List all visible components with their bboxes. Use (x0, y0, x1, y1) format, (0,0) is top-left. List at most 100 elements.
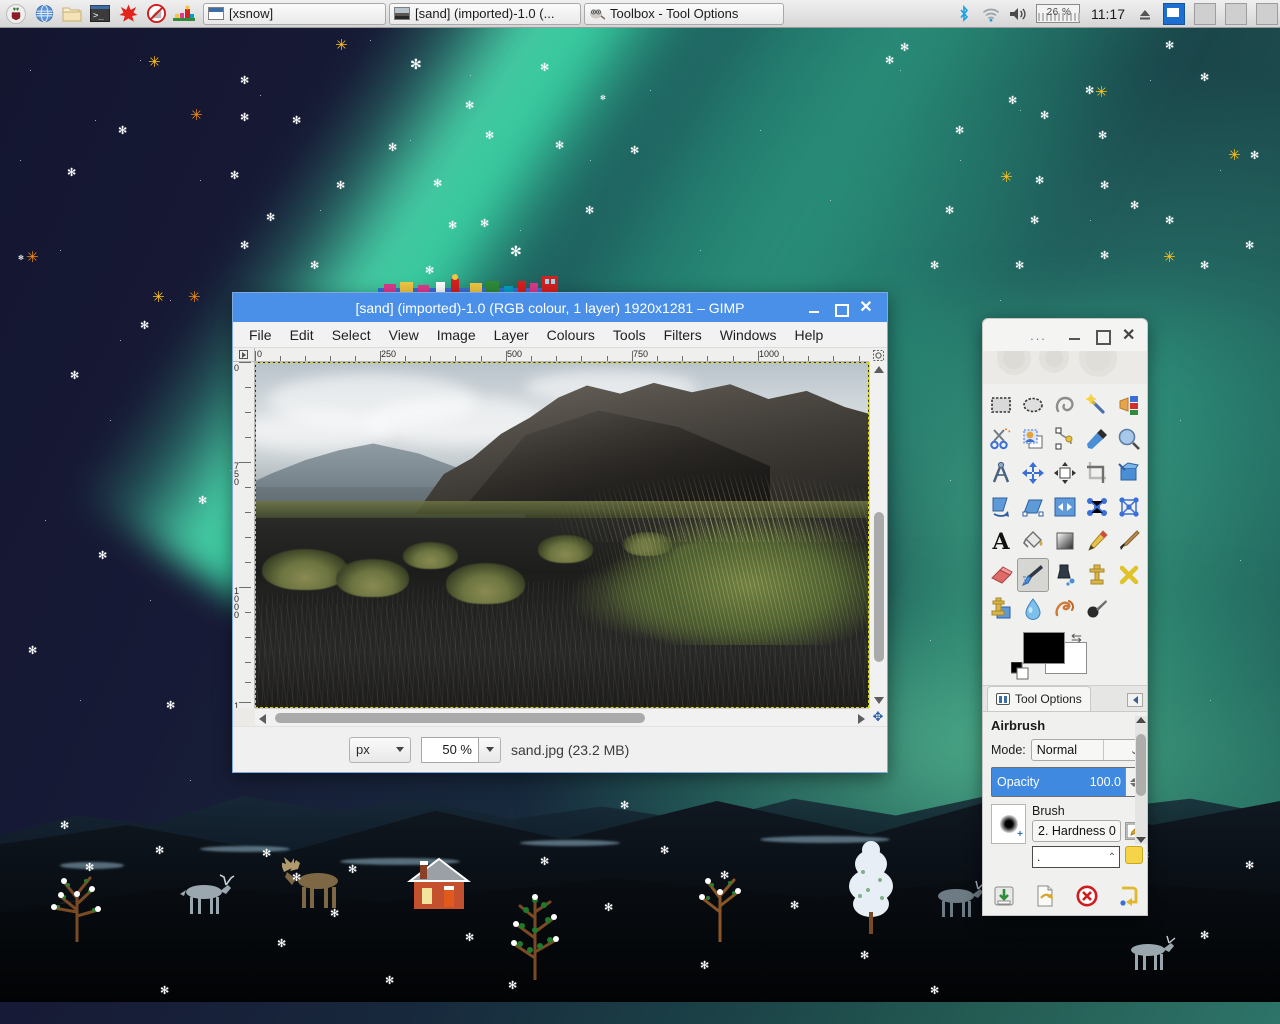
bucket-fill-tool[interactable] (1017, 524, 1049, 558)
maximize-button[interactable] (833, 301, 849, 317)
menu-help[interactable]: Help (787, 325, 832, 345)
perspective-clone-tool[interactable] (985, 592, 1017, 626)
airbrush-tool[interactable] (1017, 558, 1049, 592)
mode-select[interactable]: Normal ⌄ (1030, 739, 1143, 761)
wolfram-icon[interactable] (143, 2, 169, 26)
bluetooth-icon[interactable] (955, 4, 973, 23)
ruler-origin-button[interactable] (233, 348, 255, 362)
swap-colours-icon[interactable]: ⇆ (1071, 630, 1085, 645)
reset-colours-icon[interactable] (1011, 662, 1029, 680)
menu-colours[interactable]: Colours (539, 325, 603, 345)
dock-menu-button[interactable] (1127, 693, 1143, 707)
delete-tool-preset-button[interactable] (1074, 883, 1100, 909)
ellipse-select-tool[interactable] (1017, 388, 1049, 422)
clone-tool[interactable] (1081, 558, 1113, 592)
menu-tools[interactable]: Tools (605, 325, 654, 345)
taskbar-button-xsnow[interactable]: [xsnow] (203, 2, 386, 25)
align-tool[interactable] (1049, 456, 1081, 490)
foreground-colour-swatch[interactable] (1023, 632, 1065, 664)
reset-tool-options-button[interactable] (1115, 883, 1141, 909)
vertical-scroll-thumb[interactable] (874, 512, 884, 662)
menu-file[interactable]: File (241, 325, 280, 345)
colour-picker-tool[interactable] (1081, 422, 1113, 456)
blur-sharpen-tool[interactable] (1017, 592, 1049, 626)
brush-preview[interactable]: + (991, 804, 1026, 844)
vertical-ruler[interactable]: 0 750 1000 1 (233, 362, 255, 708)
select-by-colour-tool[interactable] (1113, 388, 1145, 422)
toolbox-titlebar[interactable]: ... ✕ (983, 319, 1147, 351)
workspace-3[interactable] (1225, 2, 1247, 25)
paintbrush-tool[interactable] (1113, 524, 1145, 558)
horizontal-ruler[interactable]: 0 250 500 750 1000 (255, 348, 869, 362)
close-button[interactable]: ✕ (859, 299, 873, 315)
canvas-vertical-scrollbar[interactable] (869, 362, 887, 708)
menu-select[interactable]: Select (324, 325, 379, 345)
paths-tool[interactable] (1049, 422, 1081, 456)
volume-icon[interactable] (1009, 5, 1027, 23)
scroll-right-arrow[interactable] (858, 714, 865, 724)
tool-options-scrollbar[interactable] (1135, 716, 1147, 844)
brush-name-field[interactable]: 2. Hardness 0 (1032, 820, 1121, 842)
tab-tool-options[interactable]: Tool Options (987, 686, 1091, 711)
mathematica-icon[interactable] (115, 2, 141, 26)
zoom-dropdown-button[interactable] (479, 736, 501, 763)
free-select-tool[interactable] (1049, 388, 1081, 422)
text-tool[interactable]: A (985, 524, 1017, 558)
workspace-2[interactable] (1194, 2, 1216, 25)
workspace-1[interactable] (1163, 2, 1185, 25)
scissors-select-tool[interactable] (985, 422, 1017, 456)
unit-select[interactable]: px (349, 736, 411, 763)
scroll-left-arrow[interactable] (259, 714, 266, 724)
scroll-down-arrow[interactable] (874, 697, 884, 704)
gimp-toolbox-window[interactable]: ... ✕ A ⇆ Tool Options Airbrush Mode: No… (982, 318, 1148, 916)
smudge-tool[interactable] (1049, 592, 1081, 626)
brush-size-input[interactable]: . ⌃ (1032, 846, 1120, 868)
rect-select-tool[interactable] (985, 388, 1017, 422)
fuzzy-select-tool[interactable] (1081, 388, 1113, 422)
scroll-thumb[interactable] (1136, 734, 1146, 796)
shear-tool[interactable] (1017, 490, 1049, 524)
crop-tool[interactable] (1081, 456, 1113, 490)
menu-view[interactable]: View (381, 325, 427, 345)
zoom-tool[interactable] (1113, 422, 1145, 456)
heal-tool[interactable] (1113, 558, 1145, 592)
foreground-select-tool[interactable] (1017, 422, 1049, 456)
scroll-down-arrow[interactable] (1136, 837, 1146, 843)
gimp-titlebar[interactable]: [sand] (imported)-1.0 (RGB colour, 1 lay… (233, 293, 887, 322)
maximize-button[interactable] (1095, 329, 1111, 345)
ink-tool[interactable] (1049, 558, 1081, 592)
save-tool-preset-button[interactable] (991, 883, 1017, 909)
menu-edit[interactable]: Edit (282, 325, 322, 345)
unified-transform-tool[interactable] (1113, 456, 1145, 490)
web-browser-icon[interactable] (31, 2, 57, 26)
flip-tool[interactable] (1081, 490, 1113, 524)
opacity-slider[interactable]: Opacity 100.0 (991, 767, 1143, 797)
gradient-tool[interactable] (1049, 524, 1081, 558)
scroll-up-arrow[interactable] (874, 366, 884, 373)
eject-icon[interactable] (1136, 5, 1154, 23)
taskbar-button-gimp-image[interactable]: [sand] (imported)-1.0 (... (389, 2, 581, 25)
horizontal-scroll-thumb[interactable] (275, 713, 645, 723)
scroll-up-arrow[interactable] (1136, 717, 1146, 723)
zoom-input[interactable]: 50 % (421, 736, 479, 763)
wifi-icon[interactable] (982, 5, 1000, 23)
reset-size-button[interactable] (1125, 846, 1143, 864)
stepper-up-icon[interactable]: ⌃ (1105, 852, 1119, 863)
navigation-preview-button[interactable]: ✥ (869, 708, 887, 726)
restore-tool-preset-button[interactable] (1032, 883, 1058, 909)
xsnow-santa-icon[interactable] (171, 2, 197, 26)
gimp-image-window[interactable]: [sand] (imported)-1.0 (RGB colour, 1 lay… (232, 292, 888, 773)
menu-layer[interactable]: Layer (486, 325, 537, 345)
menu-image[interactable]: Image (429, 325, 484, 345)
dodge-burn-tool[interactable] (1081, 592, 1113, 626)
file-manager-icon[interactable] (59, 2, 85, 26)
eraser-tool[interactable] (985, 558, 1017, 592)
canvas-horizontal-scrollbar[interactable] (255, 708, 869, 726)
menu-filters[interactable]: Filters (656, 325, 710, 345)
minimize-button[interactable] (807, 301, 821, 315)
cpu-monitor[interactable]: 26 % (1036, 4, 1080, 23)
pencil-tool[interactable] (1081, 524, 1113, 558)
image-canvas[interactable] (255, 362, 869, 708)
terminal-icon[interactable]: >_ (87, 2, 113, 26)
raspberry-menu-icon[interactable] (3, 2, 29, 26)
